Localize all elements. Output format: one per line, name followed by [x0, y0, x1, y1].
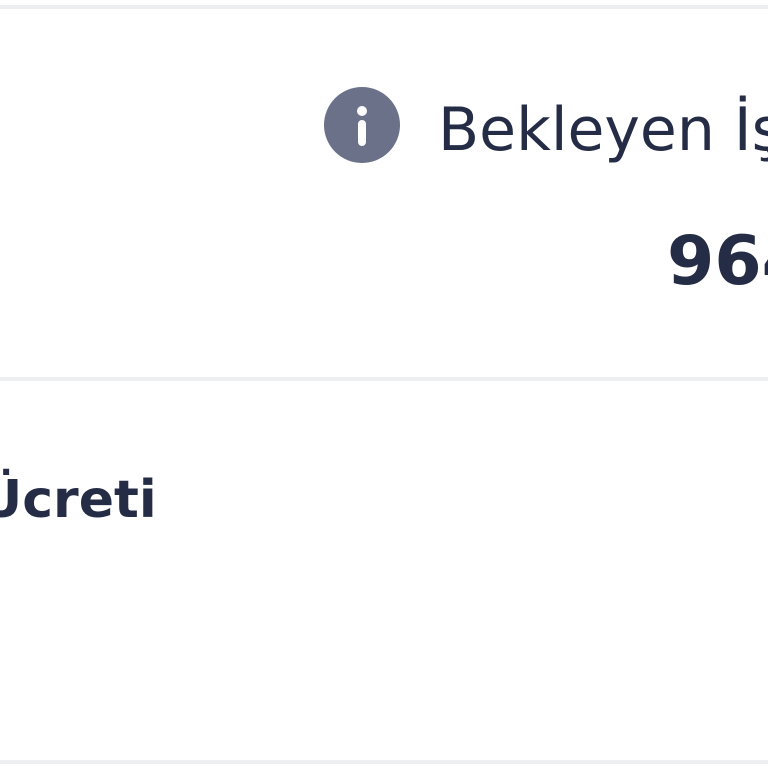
top-divider	[0, 5, 768, 9]
section-divider	[0, 377, 768, 381]
info-icon[interactable]	[324, 87, 400, 163]
bottom-divider	[0, 760, 768, 764]
dashboard-view: Bekleyen İş 964 Ücreti	[0, 0, 768, 768]
fee-label: Ücreti	[0, 470, 157, 530]
pending-jobs-count: 964	[667, 222, 768, 301]
pending-jobs-title: Bekleyen İş	[438, 95, 768, 165]
